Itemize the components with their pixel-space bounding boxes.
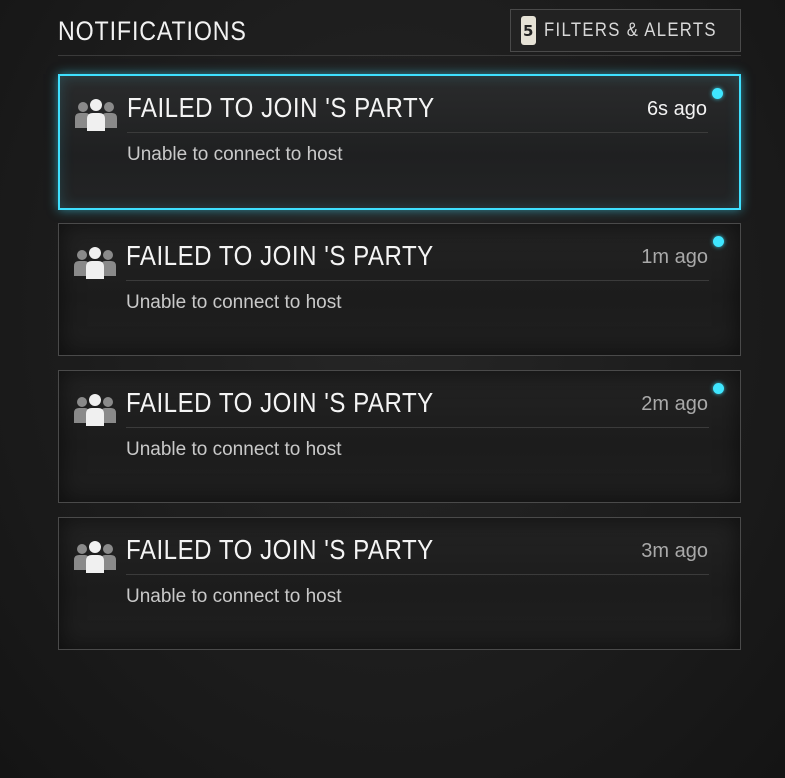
notification-card[interactable]: FAILED TO JOIN 'S PARTY 1m ago Unable to… <box>58 223 741 356</box>
notification-card[interactable]: FAILED TO JOIN 'S PARTY 6s ago Unable to… <box>58 74 741 210</box>
unread-indicator <box>713 383 724 394</box>
party-icon <box>74 247 116 279</box>
party-icon <box>75 99 117 131</box>
unread-indicator <box>713 236 724 247</box>
page-title: NOTIFICATIONS <box>58 16 247 46</box>
party-icon <box>74 541 116 573</box>
filters-alerts-button[interactable]: 5 FILTERS & ALERTS <box>510 9 741 52</box>
notification-message: Unable to connect to host <box>127 144 343 165</box>
notification-time: 6s ago <box>646 98 707 120</box>
notification-time: 3m ago <box>641 540 708 562</box>
notification-title: FAILED TO JOIN 'S PARTY <box>126 240 434 271</box>
notification-title: FAILED TO JOIN 'S PARTY <box>126 534 434 565</box>
filter-count-badge: 5 <box>521 16 536 45</box>
notification-card[interactable]: FAILED TO JOIN 'S PARTY 2m ago Unable to… <box>58 370 741 503</box>
notifications-header: NOTIFICATIONS 5 FILTERS & ALERTS <box>58 8 741 56</box>
notification-time: 2m ago <box>641 393 708 415</box>
notification-message: Unable to connect to host <box>126 292 342 313</box>
notification-list: FAILED TO JOIN 'S PARTY 6s ago Unable to… <box>58 74 741 664</box>
notification-message: Unable to connect to host <box>126 586 342 607</box>
divider <box>126 280 709 281</box>
divider <box>127 132 708 133</box>
unread-indicator <box>712 88 723 99</box>
notification-title: FAILED TO JOIN 'S PARTY <box>126 387 434 418</box>
notification-message: Unable to connect to host <box>126 439 342 460</box>
party-icon <box>74 394 116 426</box>
filters-alerts-label: FILTERS & ALERTS <box>543 19 717 41</box>
divider <box>126 427 709 428</box>
notification-card[interactable]: FAILED TO JOIN 'S PARTY 3m ago Unable to… <box>58 517 741 650</box>
notification-title: FAILED TO JOIN 'S PARTY <box>127 92 435 123</box>
notification-time: 1m ago <box>641 246 708 268</box>
divider <box>126 574 709 575</box>
